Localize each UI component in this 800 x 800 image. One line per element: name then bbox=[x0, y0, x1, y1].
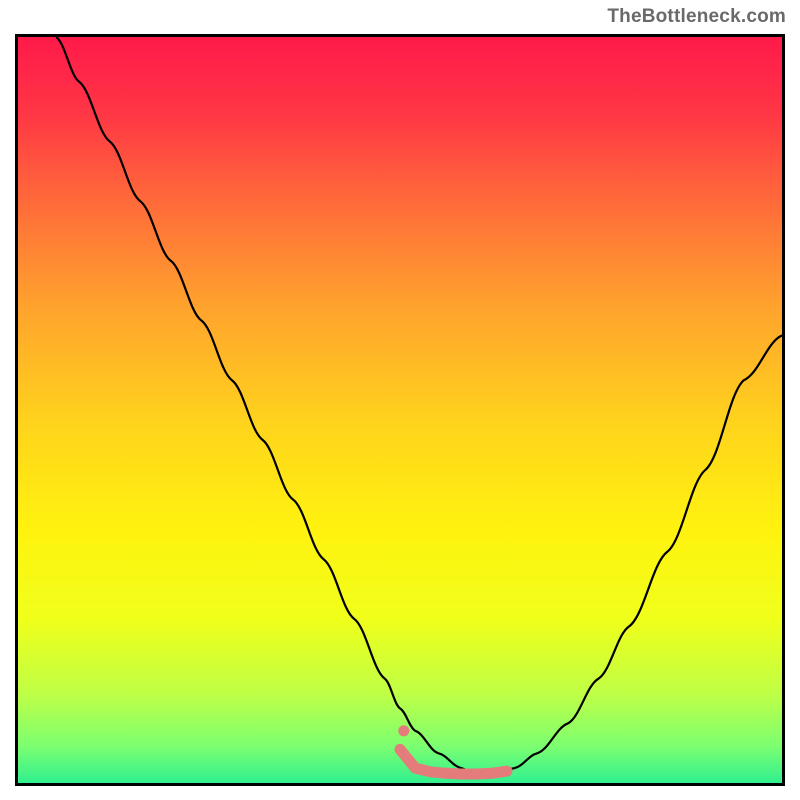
chart-background bbox=[18, 37, 782, 783]
chart-area bbox=[18, 37, 782, 783]
attribution-text: TheBottleneck.com bbox=[607, 6, 786, 28]
optimal-band-dot bbox=[398, 725, 409, 736]
